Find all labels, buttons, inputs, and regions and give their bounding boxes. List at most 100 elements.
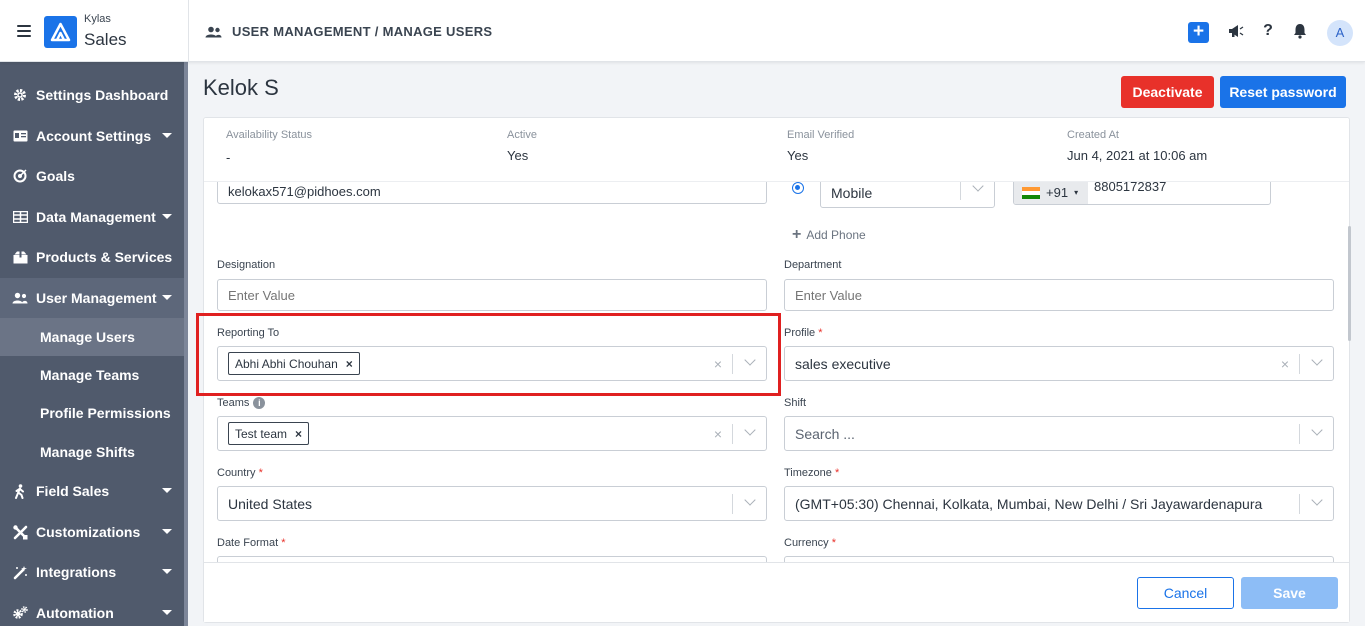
chevron-down-icon[interactable] bbox=[744, 424, 756, 436]
brand-product: Sales bbox=[84, 30, 127, 49]
help-question-icon[interactable]: ? bbox=[1259, 22, 1277, 40]
cancel-button[interactable]: Cancel bbox=[1137, 577, 1234, 609]
chevron-down-icon[interactable] bbox=[1311, 424, 1323, 436]
form-footer: Cancel Save bbox=[204, 562, 1349, 622]
sidebar-subitem-manage-users[interactable]: Manage Users bbox=[0, 318, 184, 356]
caret-down-icon bbox=[162, 569, 172, 574]
teams-select[interactable]: Test team × × bbox=[217, 416, 767, 451]
designation-input[interactable] bbox=[217, 279, 767, 311]
department-label: Department bbox=[784, 259, 842, 271]
caret-down-icon bbox=[162, 295, 172, 300]
clear-icon[interactable]: × bbox=[1281, 356, 1289, 372]
users-icon bbox=[12, 290, 28, 306]
sidebar-item-integrations[interactable]: Integrations bbox=[0, 552, 184, 592]
table-icon bbox=[12, 209, 28, 225]
created-at-status: Created At Jun 4, 2021 at 10:06 am bbox=[1067, 129, 1208, 163]
country-label: Country * bbox=[217, 467, 263, 479]
profile-value: sales executive bbox=[795, 355, 891, 372]
id-card-icon bbox=[12, 128, 28, 144]
profile-select[interactable]: sales executive × bbox=[784, 346, 1334, 381]
caret-down-icon bbox=[162, 610, 172, 615]
reset-password-button[interactable]: Reset password bbox=[1220, 76, 1346, 108]
caret-down-icon bbox=[162, 529, 172, 534]
reporting-to-highlight-box bbox=[196, 313, 781, 396]
sidebar-item-account-settings[interactable]: Account Settings bbox=[0, 116, 184, 156]
date-format-label: Date Format * bbox=[217, 537, 286, 549]
sidebar-item-label: User Management bbox=[36, 290, 157, 306]
sidebar: Settings Dashboard Account Settings Goal… bbox=[0, 62, 188, 626]
caret-down-icon bbox=[162, 133, 172, 138]
sidebar-item-label: Customizations bbox=[36, 524, 141, 540]
currency-label: Currency * bbox=[784, 537, 836, 549]
cogs-icon bbox=[12, 605, 28, 621]
caret-down-icon: ▾ bbox=[1074, 188, 1079, 197]
shift-label: Shift bbox=[784, 397, 807, 409]
profile-label: Profile * bbox=[784, 327, 823, 339]
sidebar-item-goals[interactable]: Goals bbox=[0, 156, 184, 196]
tools-icon bbox=[12, 524, 28, 540]
gear-icon bbox=[12, 87, 28, 103]
box-icon bbox=[12, 249, 28, 265]
sidebar-item-label: Products & Services bbox=[36, 249, 173, 265]
deactivate-button[interactable]: Deactivate bbox=[1121, 76, 1214, 108]
sidebar-item-settings-dashboard[interactable]: Settings Dashboard bbox=[0, 75, 184, 115]
timezone-select[interactable]: (GMT+05:30) Chennai, Kolkata, Mumbai, Ne… bbox=[784, 486, 1334, 521]
sidebar-item-field-sales[interactable]: Field Sales bbox=[0, 471, 184, 511]
top-bar: Kylas Sales USER MANAGEMENT / MANAGE USE… bbox=[0, 0, 1365, 62]
active-status: Active Yes bbox=[507, 129, 537, 163]
clear-icon[interactable]: × bbox=[714, 426, 722, 442]
sidebar-subitem-manage-teams[interactable]: Manage Teams bbox=[0, 356, 184, 394]
sidebar-item-label: Settings Dashboard bbox=[36, 87, 169, 103]
sidebar-scrollbar[interactable] bbox=[184, 62, 188, 626]
main-scrollbar[interactable] bbox=[1348, 226, 1351, 341]
email-verified-status: Email Verified Yes bbox=[787, 129, 855, 163]
sidebar-item-products-services[interactable]: Products & Services bbox=[0, 237, 184, 277]
shift-select[interactable]: Search ... bbox=[784, 416, 1334, 451]
designation-label: Designation bbox=[217, 259, 276, 271]
hamburger-menu-icon[interactable] bbox=[17, 25, 31, 37]
user-avatar[interactable]: A bbox=[1327, 20, 1353, 46]
save-button[interactable]: Save bbox=[1241, 577, 1338, 609]
department-input[interactable] bbox=[784, 279, 1334, 311]
megaphone-icon[interactable] bbox=[1227, 22, 1245, 40]
india-flag-icon bbox=[1022, 186, 1040, 199]
teams-label: Teams i bbox=[217, 397, 266, 409]
breadcrumb: USER MANAGEMENT / MANAGE USERS bbox=[205, 24, 492, 39]
add-phone-button[interactable]: + Add Phone bbox=[792, 226, 866, 244]
users-icon bbox=[205, 26, 222, 37]
sidebar-subitem-profile-permissions[interactable]: Profile Permissions bbox=[0, 394, 184, 432]
notification-bell-icon[interactable] bbox=[1291, 22, 1309, 40]
availability-status: Availability Status - bbox=[226, 129, 313, 165]
sidebar-item-label: Data Management bbox=[36, 209, 156, 225]
brand-name: Kylas bbox=[84, 13, 111, 25]
caret-down-icon bbox=[162, 488, 172, 493]
chevron-down-icon[interactable] bbox=[1311, 494, 1323, 506]
sidebar-item-label: Automation bbox=[36, 605, 114, 621]
sidebar-subitem-manage-shifts[interactable]: Manage Shifts bbox=[0, 433, 184, 471]
timezone-label: Timezone * bbox=[784, 467, 840, 479]
chevron-down-icon bbox=[972, 180, 984, 192]
info-icon[interactable]: i bbox=[253, 397, 266, 409]
breadcrumb-text: USER MANAGEMENT / MANAGE USERS bbox=[232, 24, 493, 39]
magic-wand-icon bbox=[12, 564, 28, 580]
primary-phone-radio[interactable] bbox=[792, 182, 804, 194]
sidebar-item-customizations[interactable]: Customizations bbox=[0, 512, 184, 552]
target-icon bbox=[12, 168, 28, 184]
chevron-down-icon[interactable] bbox=[744, 494, 756, 506]
page-title: Kelok S bbox=[203, 75, 279, 100]
kylas-logo[interactable] bbox=[44, 16, 77, 48]
add-plus-button[interactable]: + bbox=[1188, 22, 1209, 43]
teams-chip: Test team × bbox=[228, 422, 310, 445]
caret-down-icon bbox=[162, 214, 172, 219]
sidebar-item-automation[interactable]: Automation bbox=[0, 593, 184, 626]
sidebar-item-data-management[interactable]: Data Management bbox=[0, 197, 184, 237]
shift-placeholder: Search ... bbox=[795, 425, 855, 442]
user-status-row: Availability Status - Active Yes Email V… bbox=[204, 118, 1349, 182]
chevron-down-icon[interactable] bbox=[1311, 354, 1323, 366]
sidebar-item-user-management[interactable]: User Management bbox=[0, 278, 184, 318]
remove-chip-icon[interactable]: × bbox=[295, 427, 302, 441]
sidebar-item-label: Account Settings bbox=[36, 128, 152, 144]
country-select[interactable]: United States bbox=[217, 486, 767, 521]
sidebar-item-label: Field Sales bbox=[36, 483, 110, 499]
country-value: United States bbox=[228, 495, 313, 512]
